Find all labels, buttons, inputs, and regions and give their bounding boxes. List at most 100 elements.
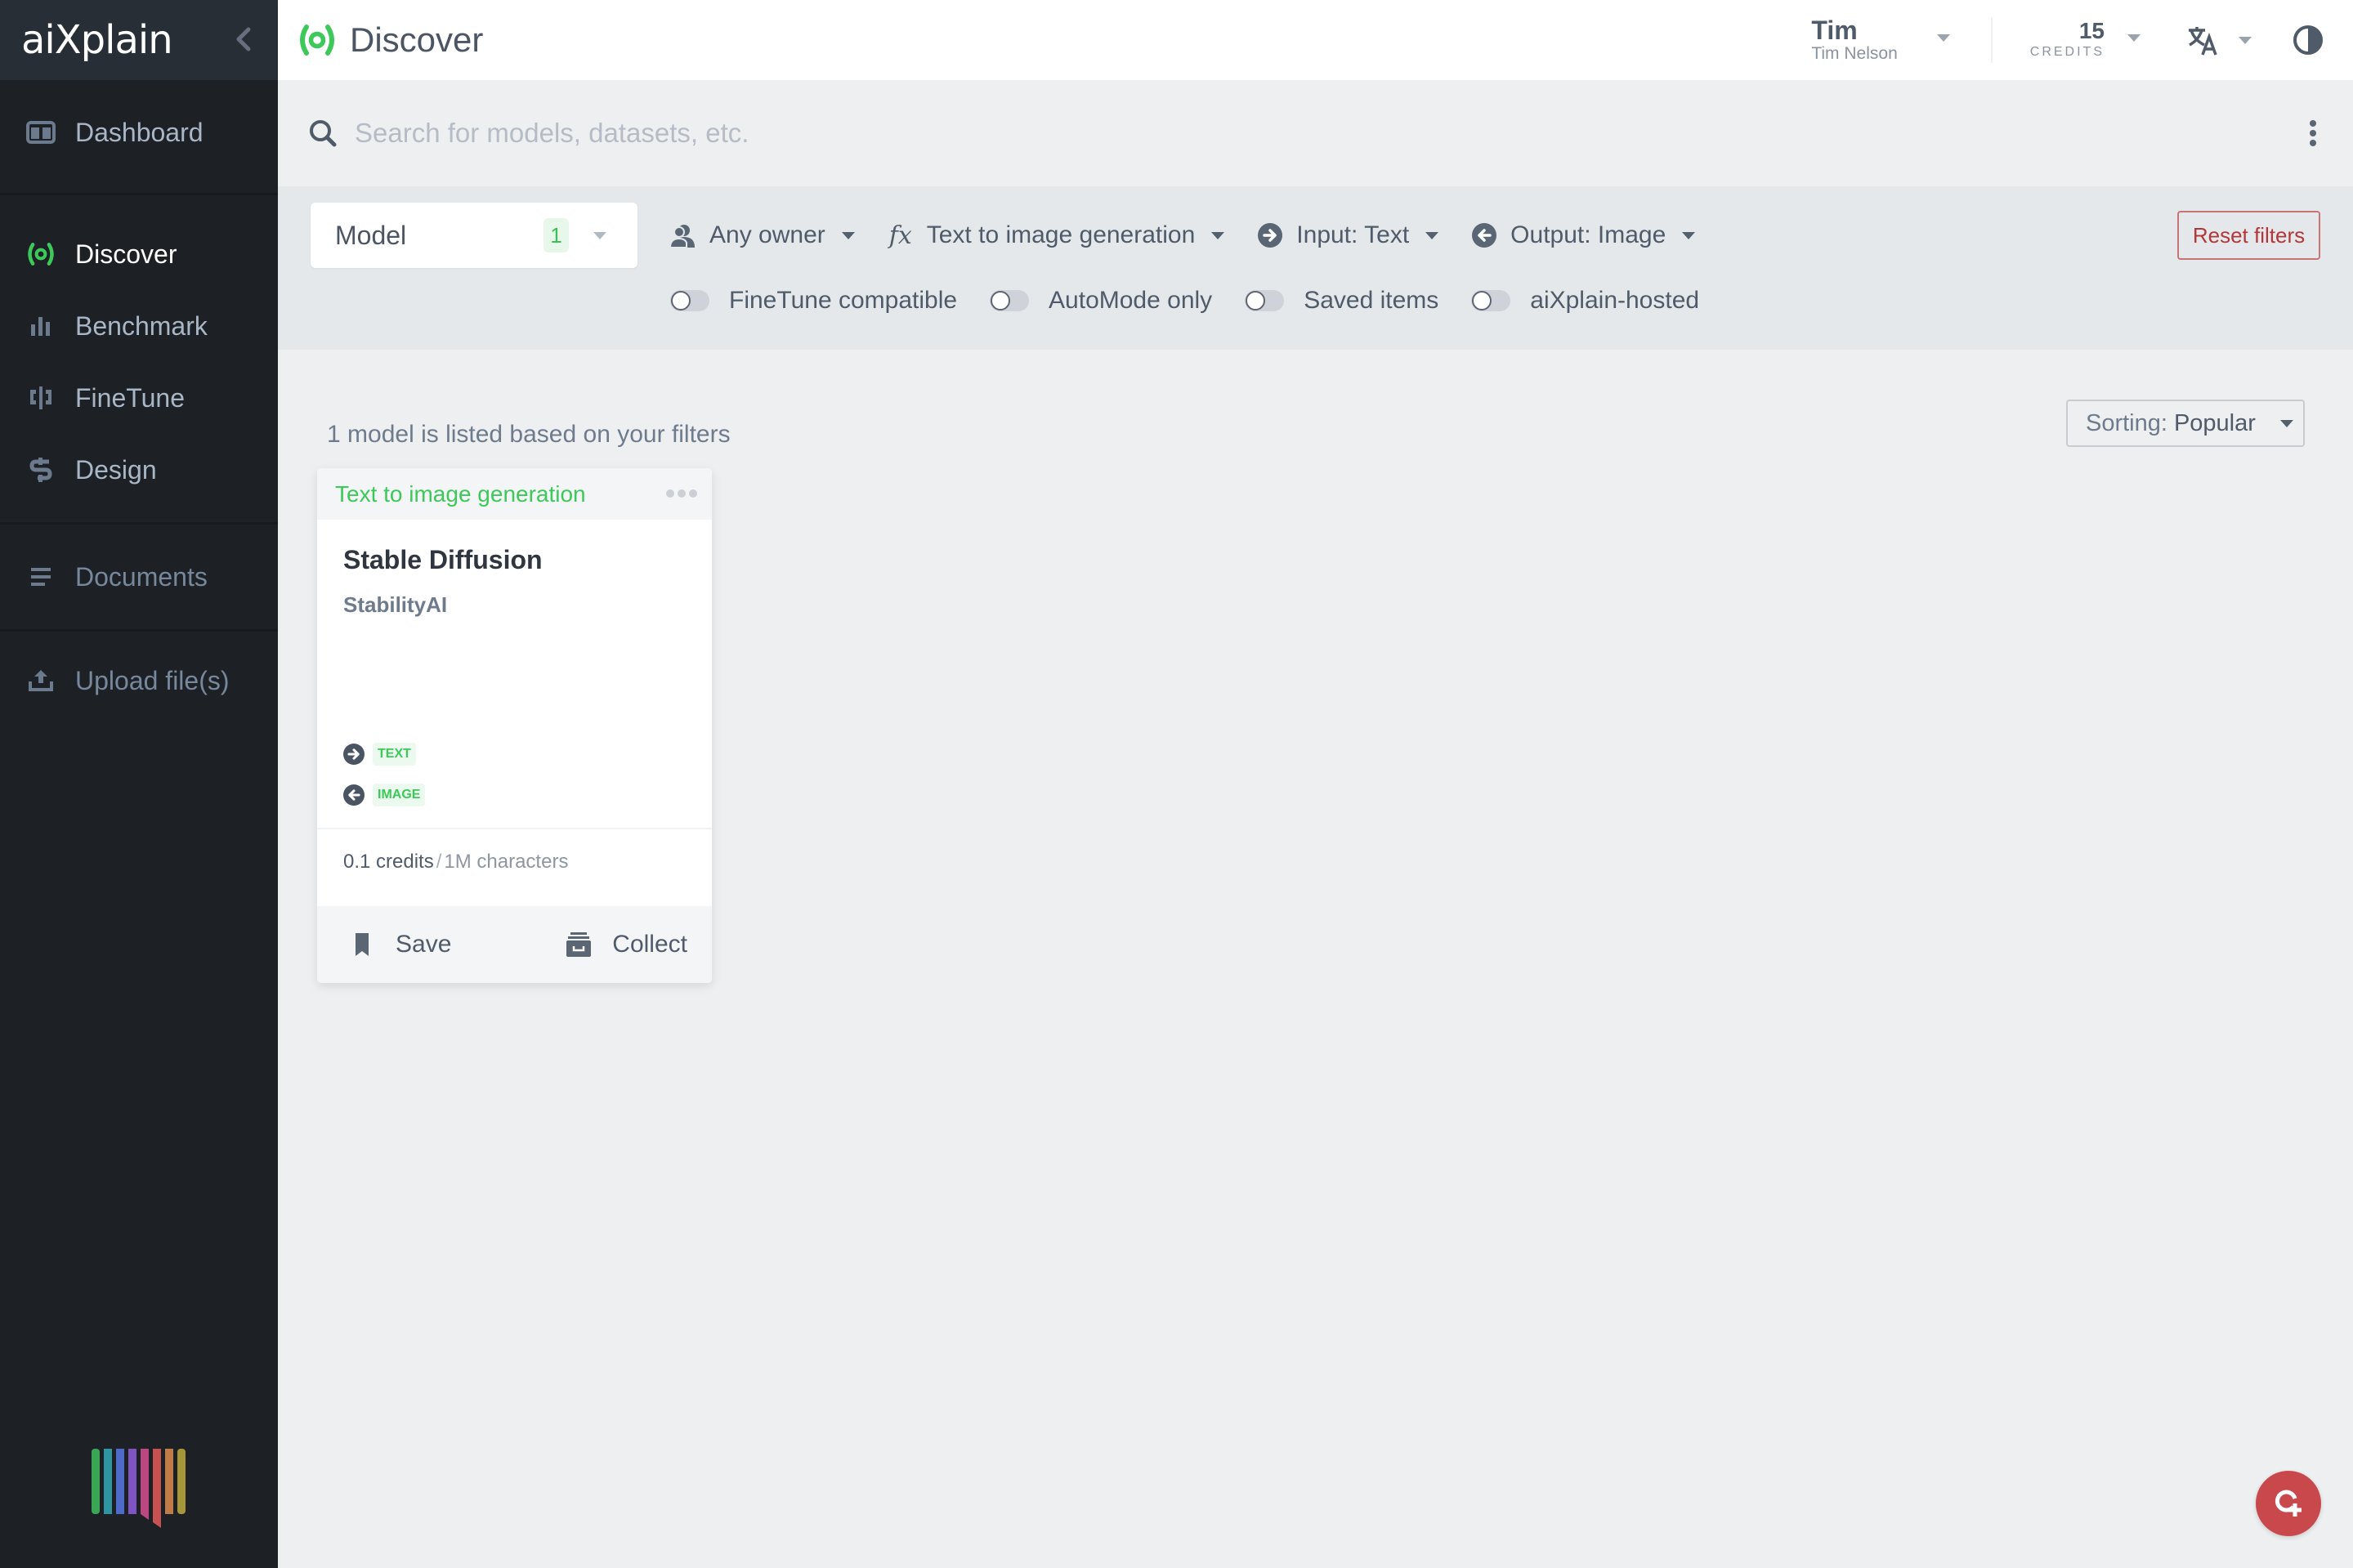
toggle-switch[interactable]: [990, 290, 1030, 311]
documents-icon: [31, 568, 51, 586]
collapse-sidebar-icon[interactable]: [232, 25, 257, 54]
asset-type-label: Model: [335, 220, 407, 250]
discover-icon: [300, 25, 334, 56]
asset-type-select[interactable]: Model 1: [311, 203, 637, 268]
results-count-text: 1 model is listed based on your filters: [327, 421, 731, 448]
output-filter-dropdown[interactable]: Output: Image: [1471, 221, 1696, 249]
card-footer: Save Collect: [317, 906, 712, 983]
header-divider: [1990, 17, 1993, 63]
translate-icon: [2189, 27, 2217, 56]
theme-toggle-icon[interactable]: [2293, 25, 2324, 56]
user-menu[interactable]: Tim Tim Nelson: [1811, 16, 1950, 64]
sidebar-item-upload[interactable]: Upload file(s): [0, 645, 278, 717]
sidebar-item-label: Dashboard: [75, 117, 204, 147]
chevron-down-icon: [1211, 231, 1225, 239]
sidebar-item-label: Upload file(s): [75, 665, 230, 695]
sidebar-item-documents[interactable]: Documents: [0, 541, 278, 613]
collect-label: Collect: [612, 931, 687, 958]
collect-button[interactable]: Collect: [565, 931, 687, 958]
toggle-switch[interactable]: [670, 290, 709, 311]
model-price: 0.1 credits/1M characters: [343, 851, 568, 873]
automode-only-toggle[interactable]: AutoMode only: [990, 287, 1212, 315]
language-menu[interactable]: [2186, 24, 2252, 56]
model-vendor: StabilityAI: [343, 592, 448, 617]
chevron-down-icon: [593, 231, 606, 239]
top-header: Discover Tim Tim Nelson 15 CREDITS: [278, 0, 2353, 80]
price-separator: /: [436, 851, 442, 873]
aixplain-brand-icon: [92, 1449, 186, 1528]
search-icon: [310, 120, 337, 147]
credits-label: CREDITS: [2029, 45, 2105, 59]
output-arrow-icon: [1472, 223, 1497, 248]
chevron-down-icon: [1682, 231, 1696, 239]
toggle-label: aiXplain-hosted: [1530, 287, 1700, 314]
reset-filters-button[interactable]: Reset filters: [2177, 211, 2320, 260]
user-short-name: Tim: [1811, 16, 1858, 45]
sidebar-item-benchmark[interactable]: Benchmark: [0, 290, 278, 362]
sorting-value: Popular: [2173, 409, 2256, 436]
credits-value: 15: [2078, 18, 2105, 43]
save-label: Save: [396, 931, 452, 958]
bookmark-icon: [356, 933, 369, 956]
toggle-label: Saved items: [1304, 287, 1439, 314]
sorting-key: Sorting:: [2086, 409, 2167, 436]
sidebar-item-discover[interactable]: Discover: [0, 218, 278, 290]
toggle-label: FineTune compatible: [729, 287, 958, 314]
model-name[interactable]: Stable Diffusion: [343, 545, 543, 575]
output-filter-label: Output: Image: [1510, 221, 1666, 248]
sidebar-item-design[interactable]: Design: [0, 434, 278, 506]
function-filter-dropdown[interactable]: fx Text to image generation: [888, 221, 1225, 250]
chevron-down-icon: [2239, 36, 2252, 44]
toggle-switch[interactable]: [1471, 290, 1511, 311]
sidebar-item-label: Benchmark: [75, 310, 208, 341]
asset-count-badge: 1: [544, 218, 569, 252]
collection-icon: [566, 932, 592, 957]
chat-add-icon: [2275, 1490, 2302, 1517]
owner-filter-dropdown[interactable]: Any owner: [670, 221, 855, 249]
toggle-switch[interactable]: [1245, 290, 1285, 311]
sidebar: aiXplain Dashboard Discover Benchmark Fi…: [0, 0, 278, 1568]
design-icon: [29, 458, 52, 482]
owner-icon: [670, 225, 695, 248]
aixplain-logo[interactable]: aiXplain: [21, 17, 173, 63]
finetune-compatible-toggle[interactable]: FineTune compatible: [670, 287, 957, 315]
input-filter-dropdown[interactable]: Input: Text: [1257, 221, 1439, 249]
model-card[interactable]: Text to image generation Stable Diffusio…: [317, 468, 712, 983]
chevron-down-icon: [1425, 231, 1439, 239]
output-arrow-icon: [343, 784, 365, 806]
saved-items-toggle[interactable]: Saved items: [1245, 287, 1438, 315]
page-title: Discover: [350, 20, 484, 59]
more-options-icon[interactable]: [2307, 119, 2319, 147]
sidebar-item-label: Documents: [75, 561, 208, 592]
card-input-type: TEXT: [343, 743, 416, 766]
sidebar-item-label: FineTune: [75, 382, 185, 413]
card-more-icon[interactable]: [666, 489, 697, 498]
upload-icon: [29, 670, 53, 691]
credits-menu[interactable]: 15 CREDITS: [2030, 19, 2141, 61]
chevron-down-icon: [2127, 34, 2141, 42]
search-bar: [278, 80, 2353, 186]
input-arrow-icon: [343, 744, 365, 765]
dashboard-icon: [26, 121, 56, 144]
input-filter-label: Input: Text: [1296, 221, 1410, 248]
input-type-tag: TEXT: [373, 743, 416, 766]
benchmark-icon: [31, 317, 50, 336]
price-amount: 0.1 credits: [343, 851, 434, 873]
function-icon: fx: [888, 221, 912, 250]
toggle-label: AutoMode only: [1049, 287, 1213, 314]
sorting-dropdown[interactable]: Sorting: Popular: [2066, 400, 2305, 447]
user-full-name: Tim Nelson: [1811, 44, 1898, 63]
input-arrow-icon: [1258, 223, 1283, 248]
card-function-label: Text to image generation: [335, 480, 586, 507]
aixplain-hosted-toggle[interactable]: aiXplain-hosted: [1471, 287, 1699, 315]
sidebar-item-label: Discover: [75, 239, 177, 269]
search-input[interactable]: [355, 118, 1662, 149]
save-button[interactable]: Save: [348, 931, 451, 958]
card-output-type: IMAGE: [343, 784, 426, 806]
support-chat-button[interactable]: [2256, 1471, 2321, 1536]
price-unit: 1M characters: [444, 851, 569, 873]
discover-icon: [28, 243, 54, 266]
output-type-tag: IMAGE: [373, 784, 426, 806]
sidebar-item-dashboard[interactable]: Dashboard: [0, 96, 278, 168]
sidebar-item-finetune[interactable]: FineTune: [0, 362, 278, 434]
